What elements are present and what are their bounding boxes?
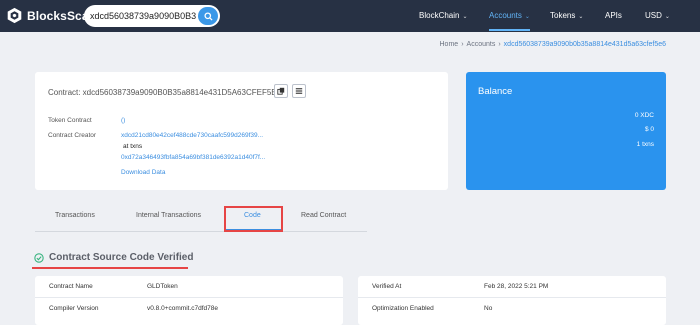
nav-apis-label: APIs [605, 11, 622, 20]
breadcrumb-separator-icon: › [461, 41, 464, 48]
qr-code-button[interactable] [292, 84, 306, 98]
info-row: Contract Name GLDToken [35, 276, 343, 298]
nav-apis[interactable]: APIs [605, 0, 622, 32]
breadcrumb-accounts[interactable]: Accounts [467, 41, 496, 48]
nav-accounts[interactable]: Accounts ⌄ [489, 0, 530, 31]
breadcrumb-separator-icon: › [498, 41, 501, 48]
brand-logo[interactable]: BlocksScan [6, 7, 96, 24]
verified-at-label: Verified At [372, 283, 402, 290]
search-input[interactable] [84, 5, 196, 27]
check-circle-icon [34, 252, 44, 263]
balance-usd: $ 0 [644, 126, 654, 133]
balance-card: Balance 0 XDC $ 0 1 txns [466, 72, 666, 190]
nav-currency[interactable]: USD ⌄ [645, 0, 670, 32]
balance-xdc: 0 XDC [634, 112, 654, 119]
contract-title: Contract: xdcd56038739a9090B0B35a8814e43… [48, 88, 282, 97]
optimization-value: No [484, 305, 493, 312]
breadcrumb-address[interactable]: xdcd56038739a9090b0b35a8814e431d5a63cfef… [504, 41, 666, 48]
info-row: Optimization Enabled No [358, 298, 666, 320]
verified-at-value: Feb 28, 2022 5:21 PM [484, 283, 549, 290]
optimization-label: Optimization Enabled [372, 305, 434, 312]
contract-info-right: Verified At Feb 28, 2022 5:21 PM Optimiz… [358, 276, 666, 325]
verified-highlight-underline [32, 267, 188, 269]
contract-creator-label: Contract Creator [48, 132, 97, 139]
verified-title: Contract Source Code Verified [49, 252, 194, 263]
verified-heading: Contract Source Code Verified [34, 252, 193, 263]
nav-blockchain-label: BlockChain [419, 11, 460, 20]
nav-accounts-label: Accounts [489, 11, 522, 20]
nav-tokens-label: Tokens [550, 11, 576, 20]
contract-creator-address[interactable]: xdcd21cd80e42cef488cde730caafc599d269f39… [121, 132, 263, 139]
info-row: Compiler Version v0.8.0+commit.c7dfd78e [35, 298, 343, 320]
breadcrumb: Home › Accounts › xdcd56038739a9090b0b35a881… [440, 41, 667, 48]
token-contract-value[interactable]: () [121, 117, 125, 124]
compiler-version-value: v0.8.0+commit.c7dfd78e [147, 305, 218, 312]
balance-title: Balance [478, 86, 513, 97]
top-navbar: BlocksScan BlockChain⌄ Accounts⌄ Tokens⌄… [0, 0, 700, 32]
search-icon [203, 11, 213, 21]
info-row: Verified At Feb 28, 2022 5:21 PM [358, 276, 666, 298]
qr-code-icon [295, 88, 303, 94]
tab-transactions[interactable]: Transactions [55, 212, 95, 219]
token-contract-label: Token Contract [48, 117, 92, 124]
blocksscan-logo-icon [7, 7, 22, 24]
chevron-down-icon: ⌄ [462, 14, 468, 20]
contract-name-label: Contract Name [49, 283, 93, 290]
compiler-version-label: Compiler Version [49, 305, 99, 312]
balance-txns[interactable]: 1 txns [637, 141, 654, 148]
code-tab-highlight-box [224, 206, 283, 232]
contract-name-value: GLDToken [147, 283, 178, 290]
at-txns-text: at txns [123, 143, 143, 150]
chevron-down-icon: ⌄ [664, 14, 670, 20]
copy-icon [277, 87, 285, 95]
tab-read-contract[interactable]: Read Contract [301, 212, 346, 219]
copy-address-button[interactable] [274, 84, 288, 98]
creator-txn-hash[interactable]: 0xd72a346493fbfa854a69bf381de6392a1d40f7… [121, 154, 265, 161]
search-button[interactable] [198, 7, 218, 25]
nav-currency-label: USD [645, 11, 662, 20]
search-box [84, 5, 220, 27]
contract-info-left: Contract Name GLDToken Compiler Version … [35, 276, 343, 325]
nav-tokens[interactable]: Tokens ⌄ [550, 0, 583, 32]
tab-internal-transactions[interactable]: Internal Transactions [136, 212, 201, 219]
download-data-link[interactable]: Download Data [121, 169, 165, 176]
chevron-down-icon: ⌄ [524, 14, 530, 20]
contract-tabs: Transactions Internal Transactions Code … [35, 202, 367, 232]
contract-overview-card: Contract: xdcd56038739a9090B0B35a8814e43… [35, 72, 448, 190]
breadcrumb-home[interactable]: Home [440, 41, 459, 48]
nav-blockchain[interactable]: BlockChain ⌄ [419, 0, 468, 32]
chevron-down-icon: ⌄ [578, 14, 584, 20]
